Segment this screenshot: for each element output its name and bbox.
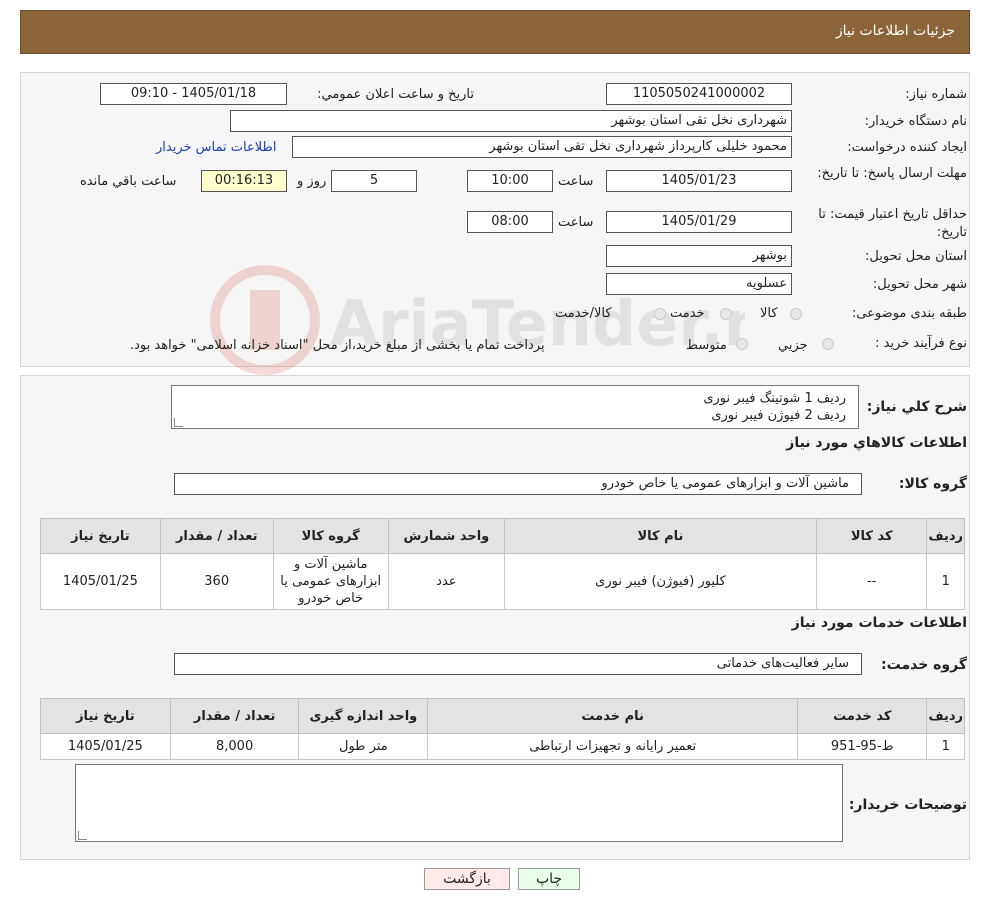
print-button[interactable]: چاپ [518,868,580,890]
goods-group-field: ماشین آلات و ابزارهای عمومی یا خاص خودرو [174,473,862,495]
cell-unit: عدد [387,553,505,610]
category-option-both: کالا/خدمت [555,306,612,321]
remaining-label: ساعت باقي مانده [80,174,177,189]
process-option-minor: جزيي [778,338,808,353]
need-number-field: 1105050241000002 [606,83,792,105]
buyer-contact-link[interactable]: اطلاعات تماس خريدار [156,140,276,155]
table-row: 1 ط-95-951 تعمیر رایانه و تجهیزات ارتباط… [40,733,965,760]
goods-table: رديف کد کالا نام کالا واحد شمارش گروه کا… [40,518,965,610]
goods-section-title: اطلاعات کالاهاي مورد نياز [786,435,967,451]
cell-need-date: 1405/01/25 [40,733,171,760]
cell-service-code: ط-95-951 [797,733,928,760]
validity-date-field: 1405/01/29 [606,211,792,233]
col-service-code: کد خدمت [797,698,928,734]
creator-field: محمود خلیلی کارپرداز شهرداری نخل تقی است… [292,136,792,158]
cell-unit: متر طول [298,733,429,760]
days-field: 5 [331,170,417,192]
description-line: ردیف 1 شوتینگ فیبر نوری [703,391,846,406]
province-label: استان محل تحویل: [865,249,967,264]
table-row: 1 -- کلیور (فیوژن) فیبر نوری عدد ماشین آ… [40,553,965,610]
col-quantity: تعداد / مقدار [159,518,274,554]
goods-table-header: رديف کد کالا نام کالا واحد شمارش گروه کا… [40,518,965,554]
process-option-medium: متوسط [686,338,727,353]
need-number-label: شماره نیاز: [905,87,967,102]
process-radio-medium[interactable] [736,338,748,350]
reply-deadline-label: مهلت ارسال پاسخ: تا تاریخ: [817,166,967,181]
category-radio-both[interactable] [654,308,666,320]
description-line: ردیف 2 فیوژن فیبر نوری [711,408,846,423]
buyer-notes-label: توضيحات خريدار: [848,797,967,813]
validity-time-field: 08:00 [467,211,553,233]
category-option-service: خدمت [670,306,705,321]
buyer-org-field: شهرداری نخل تقی استان بوشهر [230,110,792,132]
col-goods-name: نام کالا [503,518,818,554]
cell-row: 1 [926,733,965,760]
services-section-title: اطلاعات خدمات مورد نياز [791,615,967,631]
validity-label: حداقل تاریخ اعتبار قیمت: تا تاریخ: [818,207,967,240]
category-radio-goods[interactable] [790,308,802,320]
col-need-date: تاريخ نياز [40,698,171,734]
process-label: نوع فرآیند خرید : [875,336,967,351]
cell-quantity: 360 [159,553,274,610]
cell-need-date: 1405/01/25 [40,553,161,610]
col-row: رديف [926,698,965,734]
creator-label: ايجاد کننده درخواست: [847,140,967,155]
cell-goods-name: کلیور (فیوژن) فیبر نوری [503,553,818,610]
category-label: طبقه بندی موضوعی: [851,306,967,321]
city-field: عسلویه [606,273,792,295]
announce-label: تاریخ و ساعت اعلان عمومي: [317,87,474,102]
col-goods-group: گروه کالا [272,518,389,554]
services-group-field: سایر فعالیت‌های خدماتی [174,653,862,675]
col-row: رديف [926,518,965,554]
services-table-header: رديف کد خدمت نام خدمت واحد اندازه گيری ت… [40,698,965,734]
reply-date-field: 1405/01/23 [606,170,792,192]
back-button[interactable]: بازگشت [424,868,510,890]
reply-time-field: 10:00 [467,170,553,192]
page-header: جزئیات اطلاعات نیاز [20,10,970,54]
category-option-goods: کالا [760,306,778,321]
description-textarea[interactable]: ردیف 1 شوتینگ فیبر نوری ردیف 2 فیوژن فیب… [171,385,859,429]
days-label: روز و [297,174,327,189]
goods-group-label: گروه کالا: [898,476,967,492]
category-radio-service[interactable] [720,308,732,320]
resize-handle-icon[interactable] [78,831,87,840]
col-goods-code: کد کالا [816,518,928,554]
cell-row: 1 [926,553,965,610]
col-need-date: تاريخ نياز [40,518,161,554]
validity-time-label: ساعت [558,215,594,230]
col-service-name: نام خدمت [427,698,799,734]
city-label: شهر محل تحویل: [872,277,967,292]
process-note: پرداخت تمام یا بخشی از مبلغ خرید،از محل … [130,338,545,353]
province-field: بوشهر [606,245,792,267]
buyer-org-label: نام دستگاه خريدار: [864,114,967,129]
reply-time-label: ساعت [558,174,594,189]
cell-service-name: تعمیر رایانه و تجهیزات ارتباطی [427,733,799,760]
col-quantity: تعداد / مقدار [169,698,300,734]
buyer-notes-textarea[interactable] [75,764,843,842]
announce-field: 1405/01/18 - 09:10 [100,83,287,105]
services-table: رديف کد خدمت نام خدمت واحد اندازه گيری ت… [40,698,965,760]
cell-goods-group: ماشین آلات و ابزارهای عمومی یا خاص خودرو [272,553,389,610]
page-title: جزئیات اطلاعات نیاز [835,23,955,39]
services-group-label: گروه خدمت: [881,657,967,673]
col-unit: واحد شمارش [387,518,505,554]
process-radio-minor[interactable] [822,338,834,350]
description-label: شرح کلي نياز: [866,399,967,415]
col-unit: واحد اندازه گيری [298,698,429,734]
cell-goods-code: -- [816,553,928,610]
remaining-time-field: 00:16:13 [201,170,287,192]
cell-quantity: 8,000 [169,733,300,760]
resize-handle-icon[interactable] [174,418,183,427]
